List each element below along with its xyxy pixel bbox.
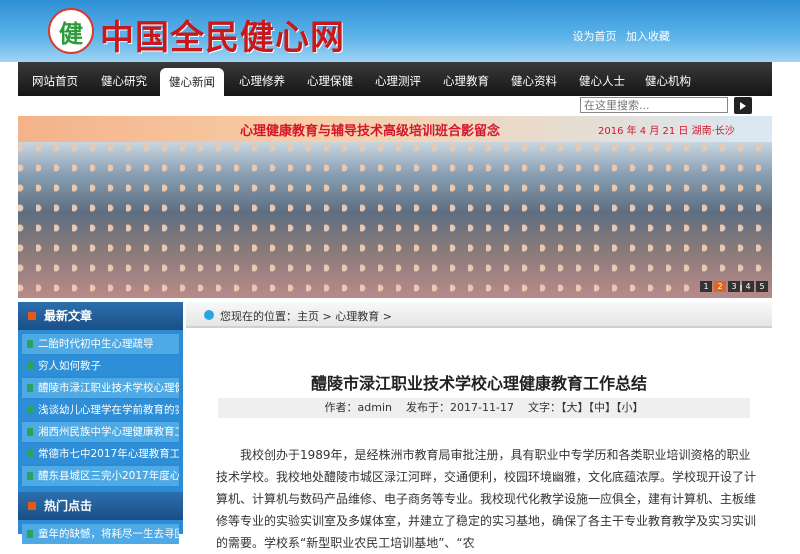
breadcrumb: 您现在的位置：主页 > 心理教育 > [186, 302, 772, 328]
banner-date: 2016 年 4 月 21 日 湖南·长沙 [598, 126, 735, 137]
slide-dot-4[interactable]: 4 [742, 281, 754, 292]
site-header: 健 中国全民健心网 设为首页 加入收藏 [0, 0, 800, 62]
list-item[interactable]: 湘西州民族中学心理健康教育工作 [22, 422, 179, 442]
nav-item-home[interactable]: 网站首页 [18, 66, 92, 96]
location-icon [204, 310, 214, 320]
banner-caption: 心理健康教育与辅导技术高级培训班合影留念 2016 年 4 月 21 日 湖南·… [18, 116, 772, 142]
article-title: 醴陵市渌江职业技术学校心理健康教育工作总结 [310, 374, 647, 393]
font-medium-button[interactable]: 【中】 [588, 401, 616, 414]
author-label: 作者： [324, 401, 358, 414]
list-item[interactable]: 常德市七中2017年心理教育工作总 [22, 444, 179, 464]
search-input[interactable] [580, 97, 728, 113]
slide-dot-5[interactable]: 5 [756, 281, 768, 292]
hot-clicks-list: 童年的缺憾，将耗尽一生去寻回 [18, 520, 183, 550]
nav-item-research[interactable]: 健心研究 [92, 66, 156, 96]
nav-item-people[interactable]: 健心人士 [568, 66, 636, 96]
sidebar: 最新文章 二胎时代初中生心理疏导 穷人如何教子 醴陵市渌江职业技术学校心理健康 … [18, 302, 183, 544]
list-item[interactable]: 浅谈幼儿心理学在学前教育的实践 [22, 400, 179, 420]
author: admin [357, 401, 393, 414]
nav-item-cultivation[interactable]: 心理修养 [228, 66, 296, 96]
nav-item-assessment[interactable]: 心理测评 [364, 66, 432, 96]
font-small-button[interactable]: 【小】 [616, 401, 644, 414]
nav-item-resources[interactable]: 健心资料 [500, 66, 568, 96]
hot-clicks-heading: 热门点击 [18, 492, 183, 520]
date-label: 发布于： [406, 401, 451, 414]
article-meta: 作者：admin 发布于：2017-11-17 文字：【大】【中】【小】 [218, 398, 750, 418]
main-nav: 网站首页 健心研究 健心新闻 心理修养 心理保健 心理测评 心理教育 健心资料 … [18, 62, 772, 96]
arrow-right-icon [740, 101, 746, 110]
font-large-button[interactable]: 【大】 [561, 401, 589, 414]
nav-item-news[interactable]: 健心新闻 [160, 68, 224, 96]
breadcrumb-prefix: 您现在的位置： [220, 310, 297, 323]
slide-dot-2[interactable]: 2 [714, 281, 726, 292]
latest-articles-heading: 最新文章 [18, 302, 183, 330]
search-bar [18, 96, 772, 116]
font-size-label: 文字： [527, 401, 561, 414]
group-photo [18, 142, 772, 298]
list-item[interactable]: 童年的缺憾，将耗尽一生去寻回 [22, 524, 179, 544]
banner-title: 心理健康教育与辅导技术高级培训班合影留念 [240, 124, 501, 139]
list-item[interactable]: 二胎时代初中生心理疏导 [22, 334, 179, 354]
nav-item-institutions[interactable]: 健心机构 [636, 66, 700, 96]
breadcrumb-path[interactable]: 主页 > 心理教育 > [297, 310, 392, 323]
slide-dot-3[interactable]: 3 [728, 281, 740, 292]
article-body: 我校创办于1989年，是经株洲市教育局审批注册，具有职业中专学历和各类职业培训资… [216, 448, 757, 550]
set-homepage-link[interactable]: 设为首页 [573, 30, 617, 43]
site-name: 中国全民健心网 [100, 18, 345, 58]
publish-date: 2017-11-17 [450, 401, 514, 414]
list-item[interactable]: 醴东县城区三完小2017年度心理健 [22, 466, 179, 486]
slide-pagination: 1 2 3 4 5 [700, 281, 768, 292]
list-item[interactable]: 穷人如何教子 [22, 356, 179, 376]
nav-item-education[interactable]: 心理教育 [432, 66, 500, 96]
nav-item-healthcare[interactable]: 心理保健 [296, 66, 364, 96]
add-favorite-link[interactable]: 加入收藏 [626, 30, 670, 43]
slide-dot-1[interactable]: 1 [700, 281, 712, 292]
latest-articles-list: 二胎时代初中生心理疏导 穷人如何教子 醴陵市渌江职业技术学校心理健康 浅谈幼儿心… [18, 330, 183, 492]
banner-slideshow[interactable]: 心理健康教育与辅导技术高级培训班合影留念 2016 年 4 月 21 日 湖南·… [18, 116, 772, 298]
list-item[interactable]: 醴陵市渌江职业技术学校心理健康 [22, 378, 179, 398]
top-links: 设为首页 加入收藏 [567, 28, 671, 44]
search-button[interactable] [734, 97, 752, 114]
site-logo[interactable]: 健 [48, 8, 94, 54]
